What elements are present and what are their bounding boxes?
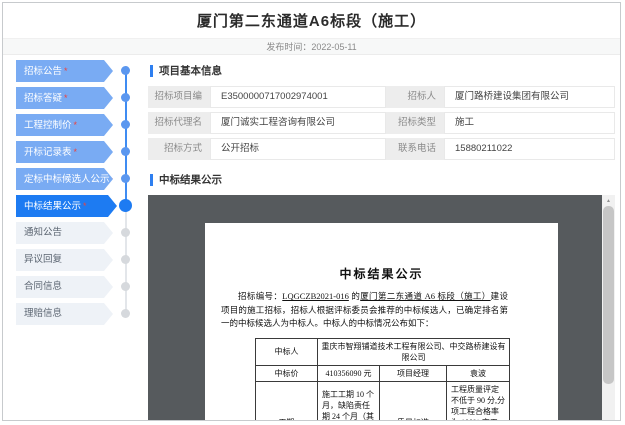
sidebar-item-tender-qa[interactable]: 招标答疑 * <box>16 87 148 109</box>
scrollbar-thumb[interactable] <box>603 206 614 384</box>
document-viewer[interactable]: 中标结果公示 招标编号：LQGCZB2021-016 的厦门第二东通道 A6 标… <box>148 195 615 420</box>
sidebar-item-contract-info[interactable]: 合同信息 <box>16 276 148 298</box>
timeline-dot <box>121 282 130 291</box>
sidebar-item-bid-result-publicity[interactable]: 中标结果公示 * <box>16 195 148 217</box>
sidebar-item-label: 异议回复 <box>24 254 63 265</box>
sidebar-item-notice[interactable]: 通知公告 <box>16 222 148 244</box>
timeline-dot <box>121 228 130 237</box>
section-bar-icon <box>150 173 153 186</box>
table-row-duration-quality: 工期 施工工期 10 个月，缺陷责任期 24 个月（其中，绿化工程养护期为 12… <box>255 380 511 420</box>
sidebar-item-label: 招标答疑 <box>24 93 63 104</box>
required-asterisk: * <box>73 147 78 157</box>
publish-date-bar: 发布时间：2022-05-11 <box>3 39 620 55</box>
sidebar-item-label: 工程控制价 <box>24 120 72 131</box>
project-name: 厦门第二东通道 A6 标段（施工） <box>360 291 491 301</box>
quality-label: 质量标准 <box>379 380 447 420</box>
bid-result-table: 中标人 重庆市智翔铺道技术工程有限公司、中交路桥建设有限公司 中标价 41035… <box>255 337 511 420</box>
duration-label: 工期 <box>255 380 318 420</box>
sidebar-item-candidate-publicity[interactable]: 定标中标候选人公示 * <box>16 168 148 190</box>
timeline-dot <box>121 66 130 75</box>
duration-value: 施工工期 10 个月，缺陷责任期 24 个月（其中，绿化工程养护期为 12 个月… <box>317 380 380 420</box>
document-page: 中标结果公示 招标编号：LQGCZB2021-016 的厦门第二东通道 A6 标… <box>205 223 558 420</box>
page-title: 厦门第二东通道A6标段（施工） <box>196 13 427 30</box>
info-row: 招标方式 公开招标 联系电话 15880211022 <box>148 138 615 160</box>
main-content: 项目基本信息 招标项目编号 E3500000717002974001 招标人 厦… <box>148 55 620 420</box>
info-row: 招标代理名称 厦门诚实工程咨询有限公司 招标类型 施工 <box>148 112 615 150</box>
sidebar-item-claims-info[interactable]: 理赔信息 <box>16 303 148 325</box>
sidebar-item-label: 理赔信息 <box>24 308 63 319</box>
sidebar-item-project-control-price[interactable]: 工程控制价 * <box>16 114 148 136</box>
result-section-header: 中标结果公示 <box>150 172 615 187</box>
timeline-dot-active <box>119 199 132 212</box>
field-label-contact-phone: 联系电话 <box>386 138 444 160</box>
price-value: 410356090 元 <box>317 364 380 382</box>
required-asterisk: * <box>73 120 78 130</box>
section-bar-icon <box>150 64 153 77</box>
quality-value: 工程质量评定不低于 90 分,分项工程合格率为 100%;交工验收达到合格;竣工… <box>445 380 511 420</box>
basic-info-section-header: 项目基本信息 <box>150 63 615 78</box>
info-row: 招标项目编号 E3500000717002974001 招标人 厦门路桥建设集团… <box>148 86 615 124</box>
page-frame: 厦门第二东通道A6标段（施工） 发布时间：2022-05-11 招标公告 * 招标… <box>2 2 621 421</box>
field-label-tenderee: 招标人 <box>386 86 444 108</box>
stage-sidebar: 招标公告 * 招标答疑 * 工程控制价 * 开标记录表 * 定标中标候选人公示 * 中标结… <box>3 55 148 420</box>
timeline-dot <box>121 174 130 183</box>
table-row-winner: 中标人 重庆市智翔铺道技术工程有限公司、中交路桥建设有限公司 <box>255 337 511 366</box>
required-asterisk: * <box>83 201 87 211</box>
field-label-agency: 招标代理名称 <box>148 112 210 150</box>
timeline-dot <box>121 93 130 102</box>
field-label-tender-type: 招标类型 <box>386 112 444 134</box>
timeline-dot <box>121 309 130 318</box>
basic-info-section-title: 项目基本信息 <box>159 65 222 77</box>
winner-label: 中标人 <box>255 337 318 366</box>
required-asterisk: * <box>64 66 68 76</box>
field-value-tenderee: 厦门路桥建设集团有限公司 <box>444 86 615 108</box>
sidebar-item-label: 招标公告 <box>24 66 63 77</box>
field-value-project-number: E3500000717002974001 <box>210 86 386 108</box>
winner-value: 重庆市智翔铺道技术工程有限公司、中交路桥建设有限公司 <box>316 337 511 366</box>
manager-value: 袁波 <box>445 364 511 382</box>
timeline-dot <box>121 147 130 156</box>
document-paragraph: 招标编号：LQGCZB2021-016 的厦门第二东通道 A6 标段（施工）建设… <box>221 290 508 331</box>
sidebar-item-label: 通知公告 <box>24 227 63 238</box>
sidebar-item-label: 开标记录表 <box>24 147 72 158</box>
table-row-price-manager: 中标价 410356090 元 项目经理 袁波 <box>255 364 511 382</box>
required-asterisk: * <box>111 174 116 184</box>
timeline-dot <box>121 120 130 129</box>
field-value-tender-method: 公开招标 <box>210 138 386 160</box>
sidebar-item-label: 合同信息 <box>24 281 63 292</box>
field-value-tender-type: 施工 <box>444 112 615 134</box>
viewer-scrollbar[interactable]: ▲ <box>602 195 615 420</box>
field-value-contact-phone: 15880211022 <box>444 138 615 160</box>
field-value-agency: 厦门诚实工程咨询有限公司 <box>210 112 386 134</box>
sidebar-item-label: 中标结果公示 <box>24 201 82 212</box>
tender-code: LQGCZB2021-016 <box>282 291 349 301</box>
sidebar-item-tender-announcement[interactable]: 招标公告 * <box>16 60 148 82</box>
sidebar-item-label: 定标中标候选人公示 <box>24 174 110 185</box>
price-label: 中标价 <box>255 364 318 382</box>
publish-date: 发布时间：2022-05-11 <box>266 42 357 52</box>
document-title: 中标结果公示 <box>339 267 424 281</box>
manager-label: 项目经理 <box>379 364 447 382</box>
field-label-tender-method: 招标方式 <box>148 138 210 160</box>
sidebar-item-bid-opening-record[interactable]: 开标记录表 * <box>16 141 148 163</box>
paragraph-text: 的 <box>348 291 361 301</box>
paragraph-text: 招标编号： <box>238 291 283 301</box>
sidebar-item-objection-reply[interactable]: 异议回复 <box>16 249 148 271</box>
field-label-project-number: 招标项目编号 <box>148 86 210 124</box>
timeline-dot <box>121 255 130 264</box>
result-section-title: 中标结果公示 <box>159 174 222 186</box>
required-asterisk: * <box>64 93 68 103</box>
title-bar: 厦门第二东通道A6标段（施工） <box>3 3 620 39</box>
